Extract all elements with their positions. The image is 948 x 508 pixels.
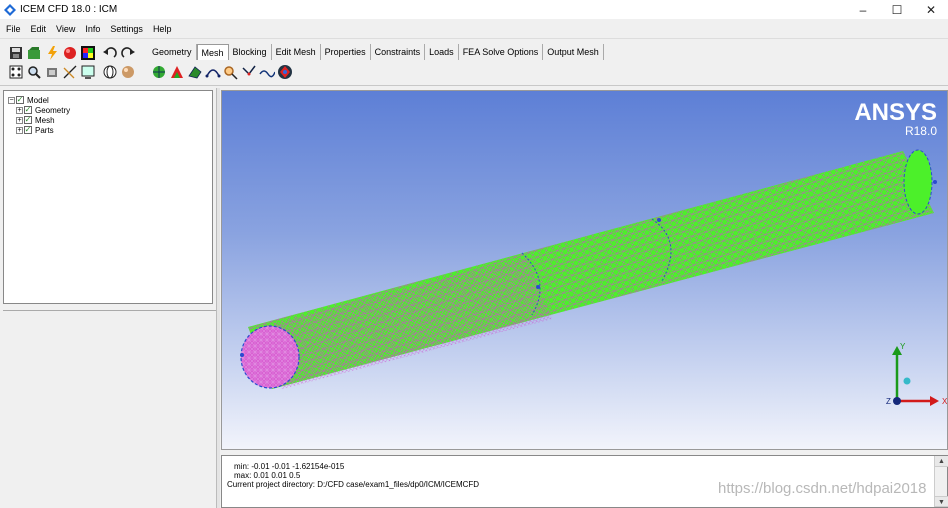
function-tabs: Geometry Mesh Blocking Edit Mesh Propert…	[148, 44, 604, 60]
probe-icon[interactable]	[43, 63, 60, 80]
tree-item-mesh[interactable]: + ✓ Mesh	[16, 115, 55, 125]
zoom-icon[interactable]	[25, 63, 42, 80]
lightning-icon[interactable]	[43, 44, 60, 61]
tree-item-geometry[interactable]: + ✓ Geometry	[16, 105, 70, 115]
tab-blocking[interactable]: Blocking	[229, 44, 272, 60]
global-mesh-setup-icon[interactable]	[150, 63, 167, 80]
tab-edit-mesh[interactable]: Edit Mesh	[272, 44, 321, 60]
tab-mesh[interactable]: Mesh	[196, 44, 229, 60]
wireframe-icon[interactable]	[101, 63, 118, 80]
part-mesh-setup-icon[interactable]	[168, 63, 185, 80]
main-toolbar-row1	[7, 44, 137, 61]
window-title: ICEM CFD 18.0 : ICM	[20, 4, 118, 15]
connectors-icon[interactable]	[240, 63, 257, 80]
tree-item-model[interactable]: − ✓ Model	[8, 95, 49, 105]
mesh-tab-toolbar	[150, 63, 294, 80]
fit-icon[interactable]	[7, 63, 24, 80]
create-mesh-density-icon[interactable]	[222, 63, 239, 80]
expand-icon[interactable]: +	[16, 126, 23, 134]
tree-item-parts[interactable]: + ✓ Parts	[16, 125, 54, 135]
solid-icon[interactable]	[119, 63, 136, 80]
brand-version: R18.0	[904, 124, 937, 138]
tree-item-label: Parts	[35, 125, 54, 135]
display-icon[interactable]	[79, 63, 96, 80]
console-line-max: max: 0.01 0.01 0.5	[234, 471, 301, 480]
redo-icon[interactable]	[119, 44, 136, 61]
scroll-down-icon[interactable]: ▼	[935, 496, 948, 507]
tab-properties[interactable]: Properties	[321, 44, 371, 60]
expand-icon[interactable]: +	[16, 106, 23, 114]
tree-item-label: Geometry	[35, 105, 71, 115]
menu-settings[interactable]: Settings	[110, 24, 143, 34]
scroll-up-icon[interactable]: ▲	[935, 456, 948, 467]
save-icon[interactable]	[7, 44, 24, 61]
brand-name: ANSYS	[854, 99, 937, 126]
console-line-project-dir: Current project directory: D:/CFD case/e…	[227, 480, 480, 489]
close-button[interactable]: ✕	[914, 0, 948, 19]
ansys-logo: ANSYS R18.0	[854, 101, 937, 138]
axis-z-label: Z	[886, 397, 891, 406]
menu-edit[interactable]: Edit	[31, 24, 47, 34]
checkbox-icon[interactable]: ✓	[24, 106, 32, 114]
title-bar: ICEM CFD 18.0 : ICM – ☐ ✕	[0, 0, 948, 19]
main-toolbar-row2	[7, 63, 137, 80]
menu-info[interactable]: Info	[85, 24, 100, 34]
tab-geometry[interactable]: Geometry	[148, 44, 197, 60]
tab-constraints[interactable]: Constraints	[371, 44, 426, 60]
collapse-icon[interactable]: −	[8, 96, 15, 104]
menu-help[interactable]: Help	[153, 24, 172, 34]
checkbox-icon[interactable]: ✓	[16, 96, 24, 104]
menu-file[interactable]: File	[6, 24, 21, 34]
compute-mesh-icon[interactable]	[276, 63, 293, 80]
model-tree-panel: − ✓ Model + ✓ Geometry + ✓ Mesh + ✓ Part…	[3, 90, 213, 304]
panel-splitter[interactable]	[216, 88, 220, 508]
menu-view[interactable]: View	[56, 24, 75, 34]
surface-mesh-setup-icon[interactable]	[186, 63, 203, 80]
console-line-min: min: -0.01 -0.01 -1.62154e-015	[234, 462, 345, 471]
console-scrollbar[interactable]: ▲ ▼	[934, 456, 948, 507]
maximize-button[interactable]: ☐	[880, 0, 914, 19]
tree-item-label: Model	[27, 95, 49, 105]
mesh-model-render	[240, 149, 937, 389]
open-icon[interactable]	[25, 44, 42, 61]
graphics-viewport[interactable]: ANSYS R18.0 Y X Z	[221, 90, 948, 450]
toolbar-area: Geometry Mesh Blocking Edit Mesh Propert…	[0, 38, 948, 86]
menu-bar: File Edit View Info Settings Help	[0, 20, 948, 37]
curve-mesh-setup-icon[interactable]	[204, 63, 221, 80]
axis-triad[interactable]: Y X Z	[870, 341, 948, 421]
axis-x-label: X	[942, 397, 948, 406]
mesh-curve-icon[interactable]	[258, 63, 275, 80]
icem-app-icon	[4, 3, 16, 16]
data-entry-panel	[3, 310, 216, 508]
expand-icon[interactable]: +	[16, 116, 23, 124]
checkbox-icon[interactable]: ✓	[24, 126, 32, 134]
undo-icon[interactable]	[101, 44, 118, 61]
tab-loads[interactable]: Loads	[425, 44, 459, 60]
axis-y-label: Y	[900, 342, 906, 351]
measure-icon[interactable]	[61, 63, 78, 80]
watermark: https://blog.csdn.net/hdpai2018	[718, 480, 927, 497]
tab-fea-solve-options[interactable]: FEA Solve Options	[459, 44, 544, 60]
sphere-icon[interactable]	[61, 44, 78, 61]
minimize-button[interactable]: –	[846, 0, 880, 19]
tree-item-label: Mesh	[35, 115, 55, 125]
tab-output-mesh[interactable]: Output Mesh	[543, 44, 604, 60]
color-map-icon[interactable]	[79, 44, 96, 61]
checkbox-icon[interactable]: ✓	[24, 116, 32, 124]
